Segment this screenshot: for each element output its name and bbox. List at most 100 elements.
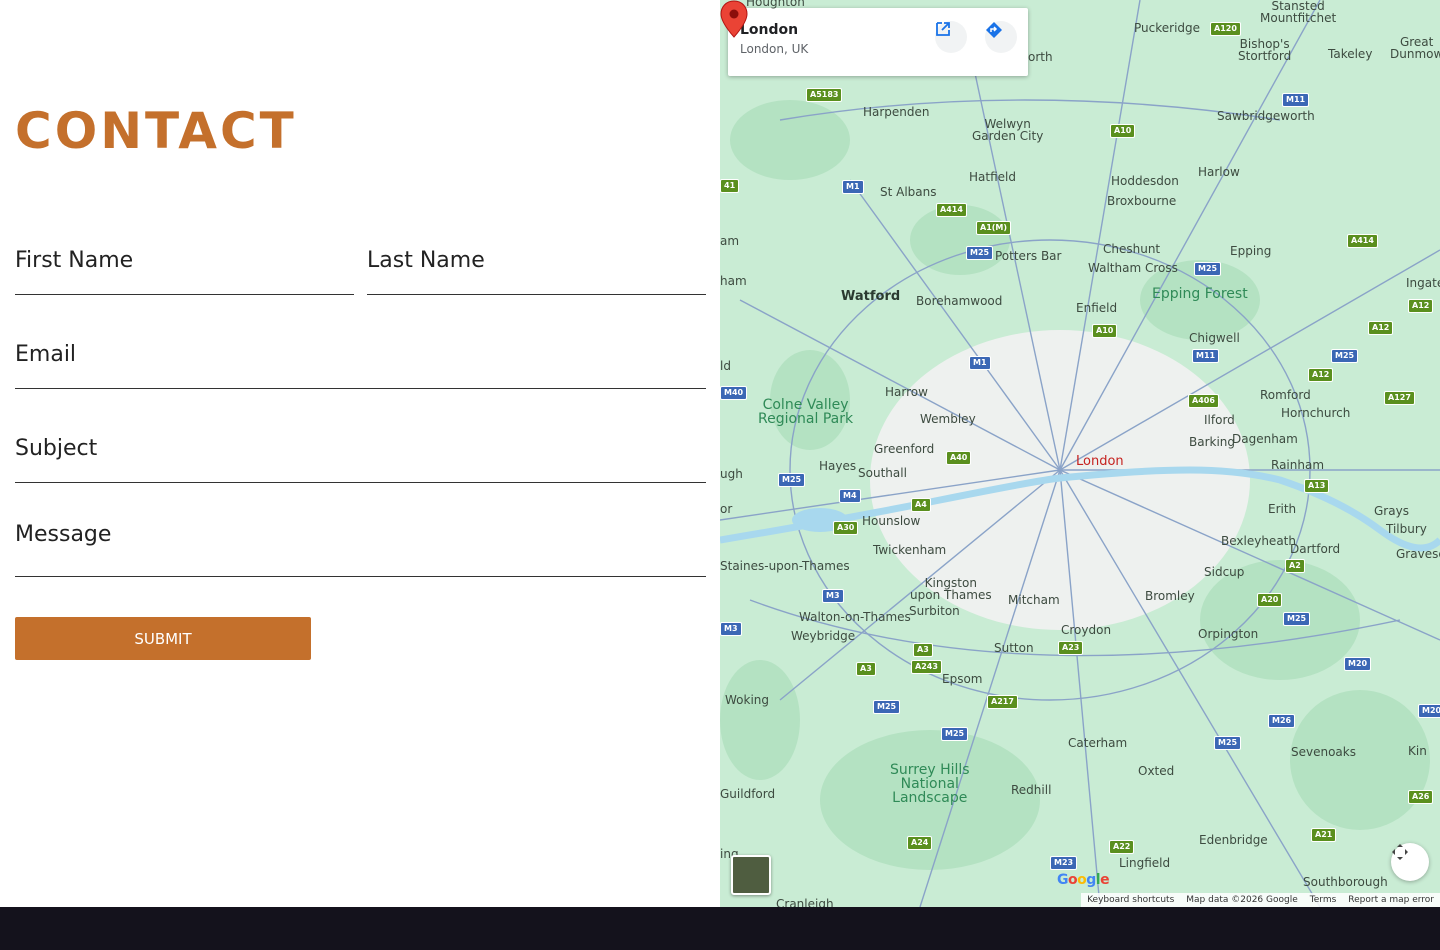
- road-shield: M4: [839, 489, 861, 503]
- road-shield: 41: [720, 179, 740, 193]
- map-place-label: Cheshunt: [1103, 242, 1161, 256]
- road-shield: A26: [1408, 790, 1434, 804]
- road-shield: M3: [720, 622, 742, 636]
- road-shield: M20: [1344, 657, 1372, 671]
- last-name-field[interactable]: [367, 236, 706, 295]
- map-embed[interactable]: London London, UK Houghton Stansted Mountf…: [720, 0, 1440, 907]
- last-name-input[interactable]: [367, 240, 706, 280]
- subject-field[interactable]: [15, 424, 706, 483]
- road-shield: A30: [833, 521, 859, 535]
- road-shield: M26: [1268, 714, 1296, 728]
- road-shield: A10: [1110, 124, 1136, 138]
- map-place-label: Dartford: [1290, 542, 1341, 556]
- map-place-label: Ingate: [1406, 276, 1440, 290]
- map-place-label: Orpington: [1198, 627, 1259, 641]
- map-place-label: ugh: [720, 467, 743, 481]
- road-shield: M1: [969, 356, 991, 370]
- road-shield: M25: [1331, 349, 1359, 363]
- map-place-label: Houghton: [746, 0, 805, 9]
- map-place-label: Hounslow: [862, 514, 921, 528]
- map-place-label: Gravese: [1396, 547, 1440, 561]
- map-place-label: Edenbridge: [1199, 833, 1268, 847]
- map-place-label: Southall: [858, 466, 907, 480]
- map-place-label: Woking: [725, 693, 770, 707]
- map-place-label: Lingfield: [1119, 856, 1171, 870]
- map-park-label: Colne Valley Regional Park: [758, 397, 854, 427]
- road-shield: M25: [1283, 612, 1311, 626]
- map-place-label: Kingston upon Thames: [910, 576, 992, 602]
- road-shield: A4: [911, 498, 931, 512]
- map-place-label: Epsom: [942, 672, 983, 686]
- map-place-label: Redhill: [1011, 783, 1052, 797]
- road-shield: A40: [946, 451, 972, 465]
- map-place-label: Great Dunmow: [1390, 35, 1440, 61]
- google-logo-text: Google: [1057, 872, 1110, 888]
- road-shield: A2: [1285, 559, 1305, 573]
- road-shield: A20: [1257, 593, 1283, 607]
- road-shield: M25: [778, 473, 806, 487]
- road-shield: A23: [1058, 641, 1084, 655]
- map-place-label: Walton-on-Thames: [799, 610, 911, 624]
- road-shield: A3: [913, 643, 933, 657]
- map-place-label: Staines-upon-Thames: [720, 559, 850, 573]
- map-place-label: Mitcham: [1008, 593, 1060, 607]
- external-link-icon: [936, 22, 950, 36]
- road-shield: A406: [1188, 394, 1219, 408]
- map-place-label: Harpenden: [863, 105, 930, 119]
- report-error-link[interactable]: Report a map error: [1348, 895, 1434, 905]
- satellite-layer-toggle[interactable]: [731, 855, 771, 895]
- map-place-label: Southborough: [1303, 875, 1388, 889]
- road-shield: M23: [1050, 856, 1078, 870]
- map-place-label: Tilbury: [1386, 522, 1427, 536]
- map-place-label: Weybridge: [791, 629, 856, 643]
- road-shield: A22: [1109, 840, 1135, 854]
- terms-link[interactable]: Terms: [1310, 895, 1337, 905]
- map-place-label: Romford: [1260, 388, 1311, 402]
- map-place-label: Waltham Cross: [1088, 261, 1178, 275]
- road-shield: A13: [1304, 479, 1330, 493]
- page-footer: [0, 907, 1440, 950]
- map-place-label: Rainham: [1271, 458, 1325, 472]
- subject-input[interactable]: [15, 428, 706, 468]
- map-place-label: orth: [1028, 50, 1053, 64]
- map-pin-icon[interactable]: [720, 0, 748, 38]
- map-place-label: St Albans: [880, 185, 937, 199]
- road-shield: A10: [1092, 324, 1118, 338]
- road-shield: A414: [936, 203, 967, 217]
- map-place-label: Sevenoaks: [1291, 745, 1356, 759]
- road-shield: A414: [1347, 234, 1378, 248]
- submit-button[interactable]: SUBMIT: [15, 617, 311, 660]
- map-card-title: London: [740, 22, 799, 38]
- road-shield: M25: [941, 727, 969, 741]
- first-name-input[interactable]: [15, 240, 354, 280]
- map-place-label: or: [720, 502, 733, 516]
- map-place-label: Welwyn Garden City: [972, 117, 1044, 143]
- map-place-label: Hayes: [819, 459, 857, 473]
- road-shield: M40: [720, 386, 748, 400]
- email-input[interactable]: [15, 334, 706, 374]
- road-shield: A21: [1311, 828, 1337, 842]
- map-park-label: Epping Forest: [1152, 286, 1248, 302]
- map-place-label: Hornchurch: [1281, 406, 1351, 420]
- fullscreen-button[interactable]: [1391, 843, 1429, 881]
- road-shield: A217: [987, 695, 1018, 709]
- map-place-label: Chigwell: [1189, 331, 1240, 345]
- map-place-label: Twickenham: [873, 543, 947, 557]
- road-shield: A12: [1368, 321, 1394, 335]
- directions-button[interactable]: [985, 21, 1017, 53]
- map-place-label: Croydon: [1061, 623, 1112, 637]
- google-logo: Google: [1057, 872, 1110, 888]
- map-place-label: Potters Bar: [995, 249, 1062, 263]
- map-place-label: Bexleyheath: [1221, 534, 1296, 548]
- open-in-maps-button[interactable]: [935, 21, 967, 53]
- road-shield: A24: [907, 836, 933, 850]
- message-input[interactable]: [15, 522, 706, 562]
- road-shield: M25: [966, 246, 994, 260]
- keyboard-shortcuts-link[interactable]: Keyboard shortcuts: [1087, 895, 1174, 905]
- email-field[interactable]: [15, 330, 706, 389]
- map-place-label: Surbiton: [909, 604, 960, 618]
- first-name-field[interactable]: [15, 236, 354, 295]
- map-place-label: Grays: [1374, 504, 1409, 518]
- road-shield: M1: [842, 180, 864, 194]
- message-field[interactable]: [15, 518, 706, 577]
